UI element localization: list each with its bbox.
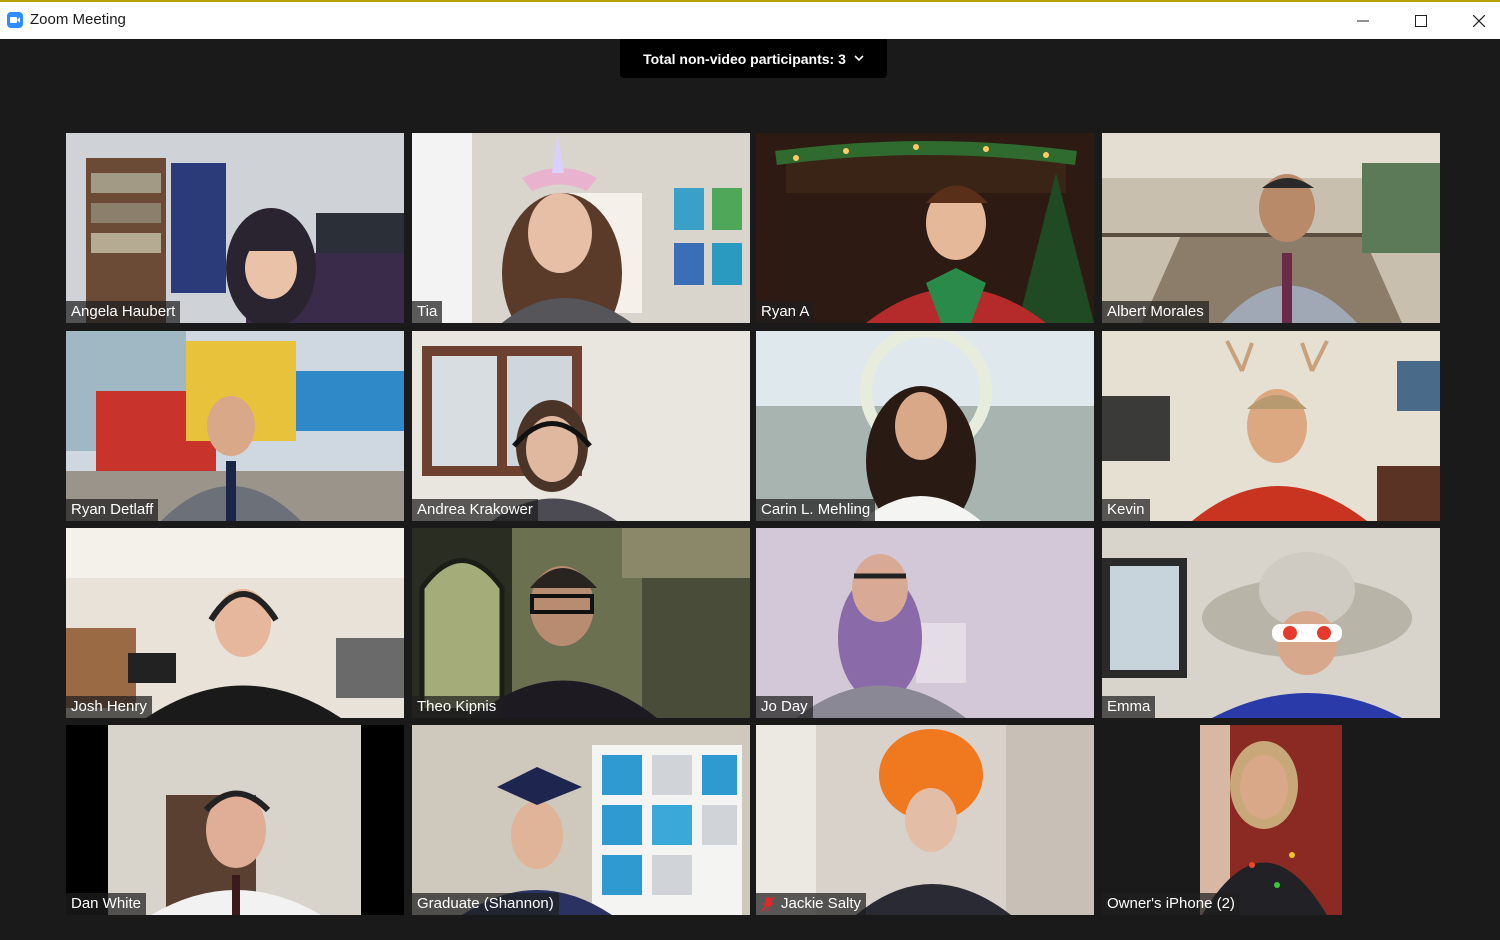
participant-tile[interactable]: Owner's iPhone (2): [1102, 725, 1440, 915]
participant-name-tag: Tia: [412, 301, 443, 323]
video-feed: [66, 725, 404, 915]
video-feed: [66, 331, 404, 521]
video-feed: [756, 725, 1094, 915]
participant-tile[interactable]: Andrea Krakower: [412, 331, 750, 521]
video-feed: [756, 528, 1094, 718]
video-feed: [66, 133, 404, 323]
video-feed: [412, 725, 750, 915]
video-feed: [412, 528, 750, 718]
participant-name: Josh Henry: [71, 698, 147, 715]
participant-name-tag: Carin L. Mehling: [756, 499, 876, 521]
participant-name: Albert Morales: [1107, 303, 1204, 320]
gallery-grid: Angela Haubert Tia Ryan A Albert Morales…: [0, 0, 1500, 940]
participant-name-tag: Josh Henry: [66, 696, 152, 718]
participant-name-tag: Ryan A: [756, 301, 815, 323]
participant-name-tag: Theo Kipnis: [412, 696, 502, 718]
participant-tile[interactable]: Albert Morales: [1102, 133, 1440, 323]
participant-name: Angela Haubert: [71, 303, 176, 320]
participant-tile[interactable]: Tia: [412, 133, 750, 323]
microphone-muted-icon: [761, 896, 775, 912]
participant-name: Carin L. Mehling: [761, 501, 871, 518]
participant-name-tag: Emma: [1102, 696, 1156, 718]
participant-tile[interactable]: Ryan Detlaff: [66, 331, 404, 521]
participant-name: Owner's iPhone (2): [1107, 895, 1235, 912]
participant-name-tag: Jackie Salty: [756, 893, 867, 915]
participant-tile[interactable]: Josh Henry: [66, 528, 404, 718]
participant-name: Dan White: [71, 895, 142, 912]
participant-name: Tia: [417, 303, 438, 320]
video-feed: [1102, 331, 1440, 521]
participant-name-tag: Jo Day: [756, 696, 813, 718]
participant-tile[interactable]: Angela Haubert: [66, 133, 404, 323]
video-feed: [756, 133, 1094, 323]
participant-tile[interactable]: Jackie Salty: [756, 725, 1094, 915]
participant-tile[interactable]: Emma: [1102, 528, 1440, 718]
participant-tile[interactable]: Dan White: [66, 725, 404, 915]
participant-name: Ryan Detlaff: [71, 501, 154, 518]
participant-tile[interactable]: Carin L. Mehling: [756, 331, 1094, 521]
participant-name: Jo Day: [761, 698, 808, 715]
participant-name-tag: Ryan Detlaff: [66, 499, 159, 521]
participant-name: Graduate (Shannon): [417, 895, 554, 912]
video-feed: [1102, 133, 1440, 323]
participant-tile[interactable]: Graduate (Shannon): [412, 725, 750, 915]
participant-name-tag: Andrea Krakower: [412, 499, 538, 521]
participant-tile[interactable]: Jo Day: [756, 528, 1094, 718]
participant-name-tag: Dan White: [66, 893, 147, 915]
participant-name: Emma: [1107, 698, 1151, 715]
participant-tile[interactable]: Ryan A: [756, 133, 1094, 323]
video-feed: [756, 331, 1094, 521]
participant-name-tag: Owner's iPhone (2): [1102, 893, 1240, 915]
participant-name: Andrea Krakower: [417, 501, 533, 518]
participant-tile[interactable]: Kevin: [1102, 331, 1440, 521]
participant-name-tag: Albert Morales: [1102, 301, 1209, 323]
participant-name: Theo Kipnis: [417, 698, 497, 715]
video-feed: [66, 528, 404, 718]
participant-tile[interactable]: Theo Kipnis: [412, 528, 750, 718]
video-feed: [1102, 725, 1440, 915]
participant-name-tag: Graduate (Shannon): [412, 893, 559, 915]
participant-name-tag: Kevin: [1102, 499, 1150, 521]
participant-name-tag: Angela Haubert: [66, 301, 181, 323]
video-feed: [1102, 528, 1440, 718]
participant-name: Ryan A: [761, 303, 810, 320]
participant-name: Kevin: [1107, 501, 1145, 518]
video-feed: [412, 331, 750, 521]
video-feed: [412, 133, 750, 323]
participant-name: Jackie Salty: [781, 895, 862, 912]
